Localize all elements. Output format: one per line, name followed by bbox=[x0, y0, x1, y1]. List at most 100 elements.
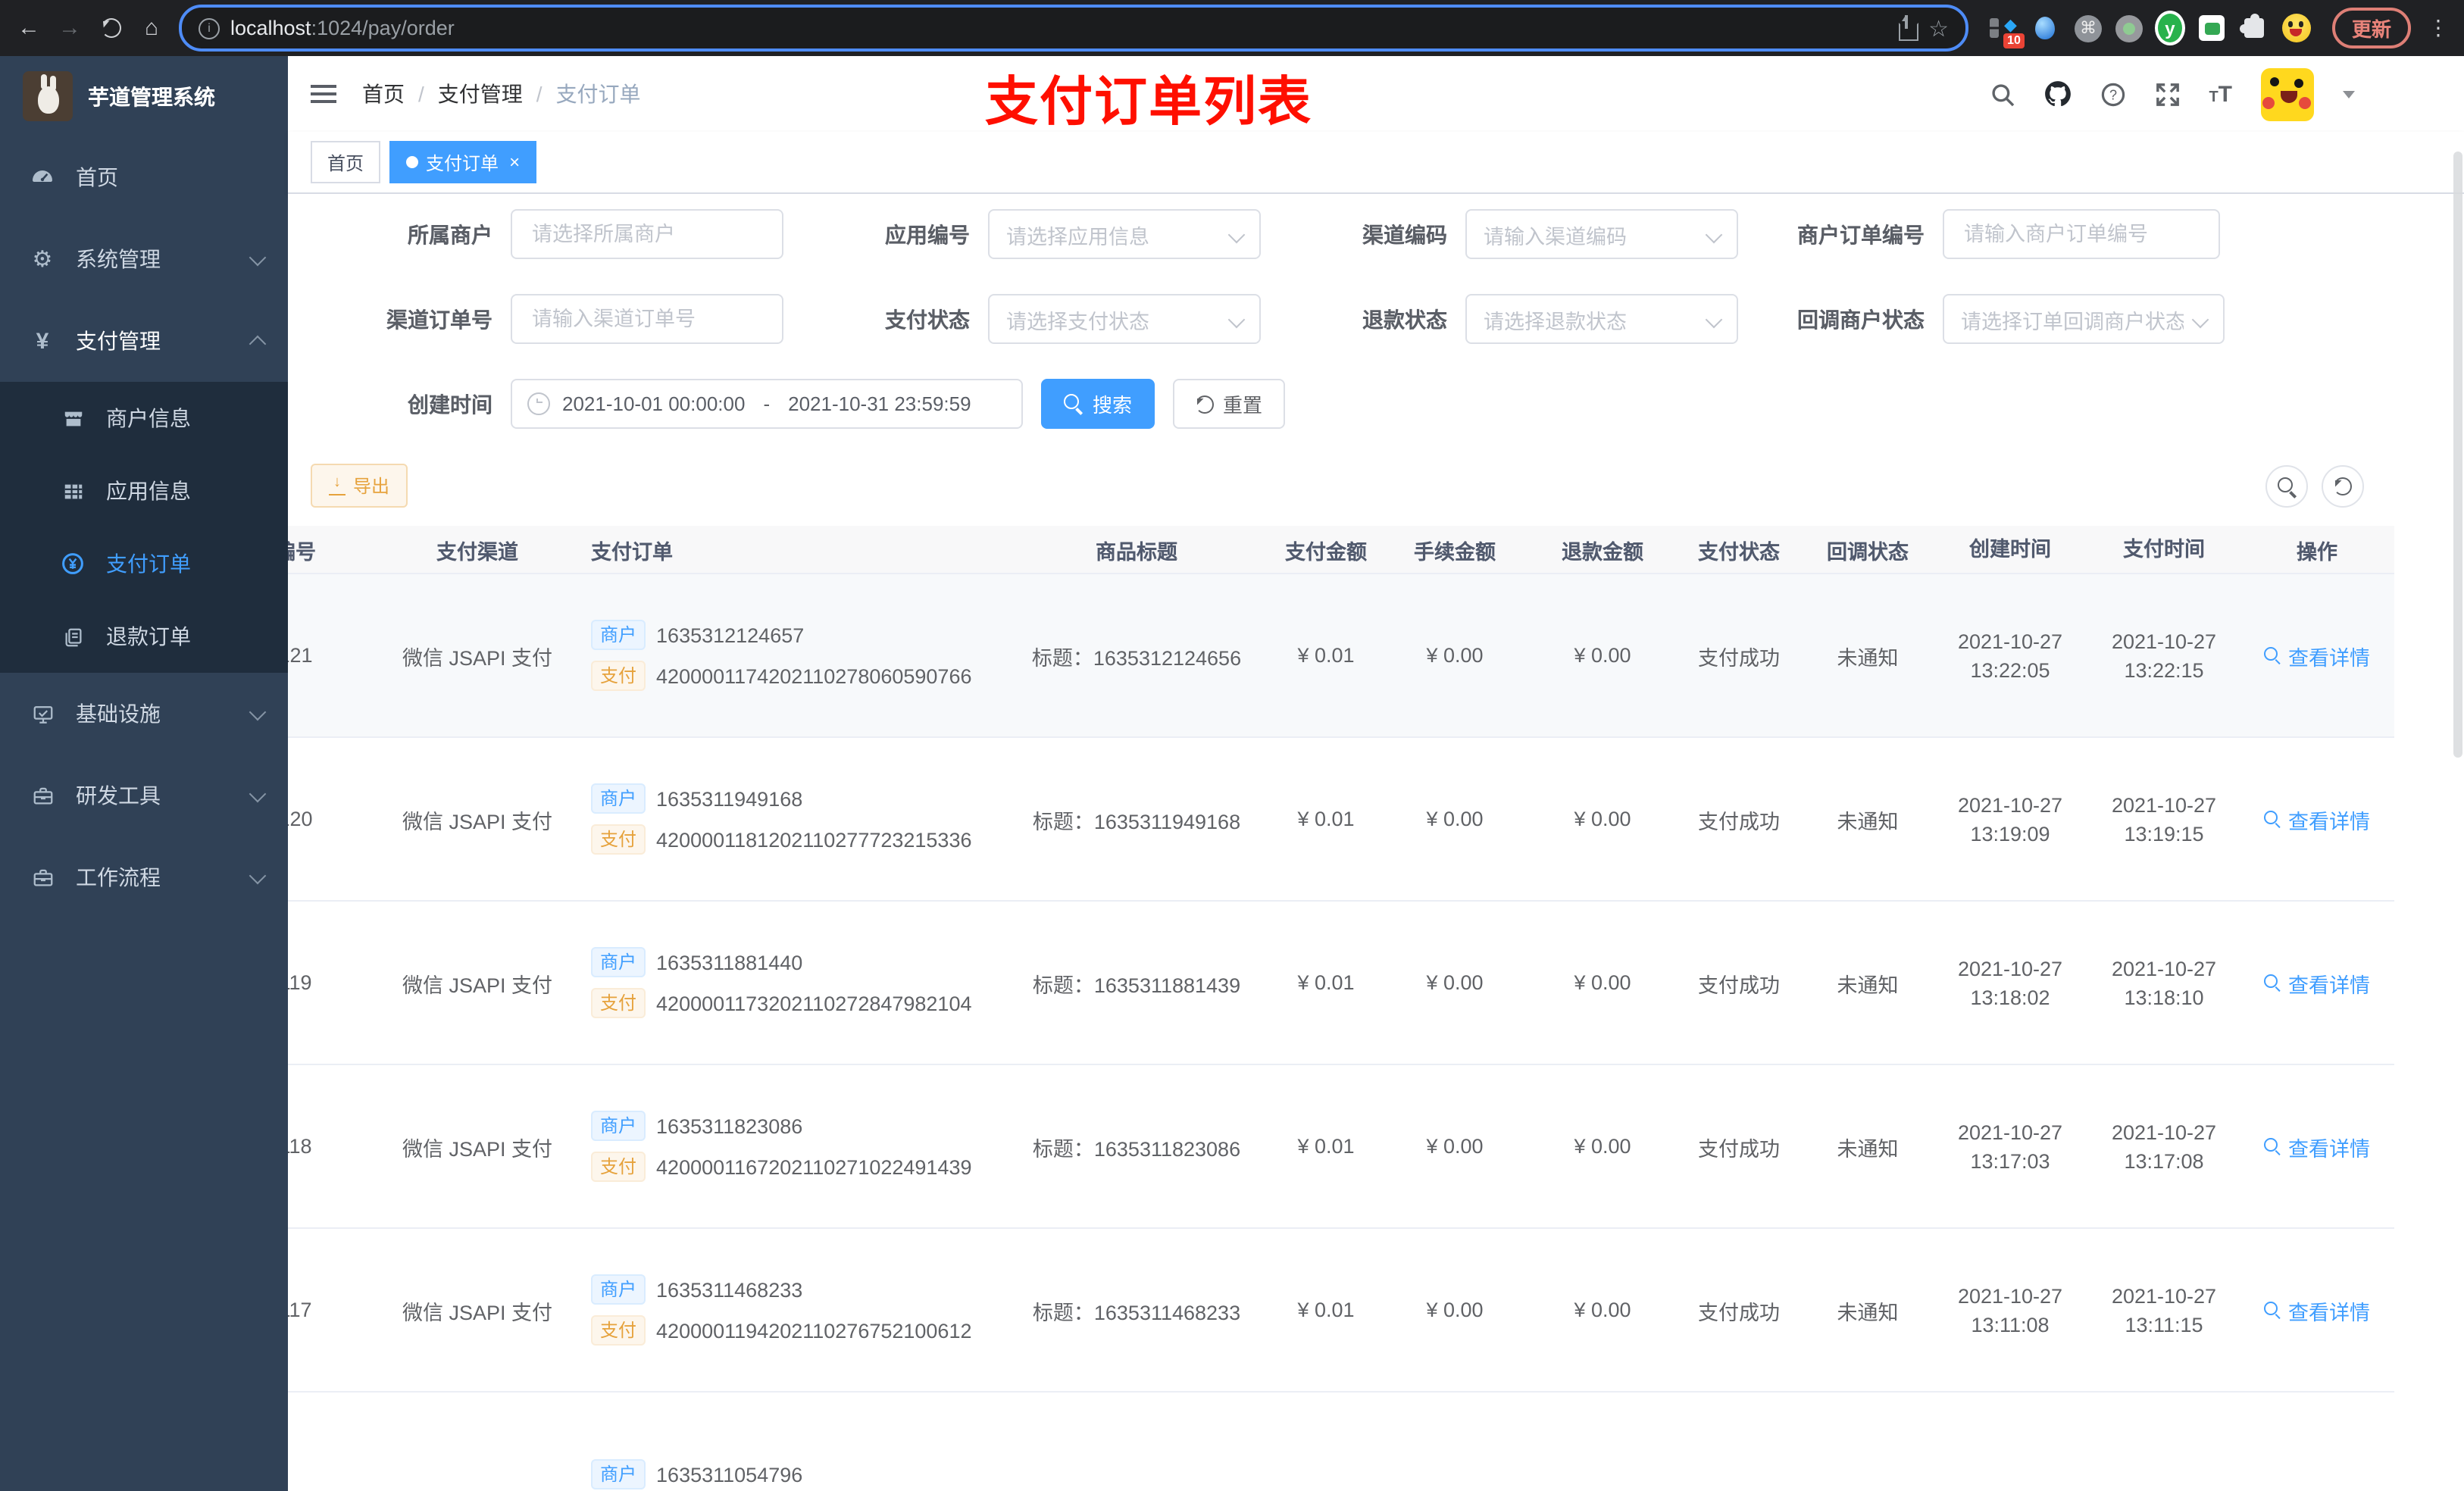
address-bar[interactable]: i localhost:1024/pay/order ☆ bbox=[179, 5, 1968, 52]
browser-update-button[interactable]: 更新 bbox=[2331, 8, 2411, 48]
view-detail-link[interactable]: 查看详情 bbox=[2264, 1131, 2370, 1161]
app-select[interactable]: 请选择应用信息 bbox=[988, 209, 1261, 259]
search-button[interactable]: 搜索 bbox=[1041, 379, 1155, 429]
home-icon[interactable]: ⌂ bbox=[138, 14, 165, 42]
cell-fee: ¥ 0.00 bbox=[1426, 971, 1484, 994]
table-row-partial: 商户 1635311054796 bbox=[288, 1393, 2394, 1491]
pay-status-select[interactable]: 请选择支付状态 bbox=[988, 294, 1261, 344]
merchant-order-no-input[interactable] bbox=[1943, 209, 2220, 259]
merchant-tag: 商户 bbox=[591, 947, 646, 977]
merchant-tag: 商户 bbox=[591, 783, 646, 814]
share-icon[interactable] bbox=[1898, 14, 1918, 40]
reset-button-label: 重置 bbox=[1223, 394, 1263, 417]
merchant-tag: 商户 bbox=[591, 1111, 646, 1141]
hide-search-button[interactable] bbox=[2265, 465, 2308, 508]
sidebar-item-workflow[interactable]: 工作流程 bbox=[0, 836, 288, 918]
sidebar-item-label: 首页 bbox=[76, 165, 118, 189]
breadcrumb-home[interactable]: 首页 bbox=[362, 79, 405, 109]
merchant-tag: 商户 bbox=[591, 1274, 646, 1305]
table-row: 119 微信 JSAPI 支付 商户 1635311881440 支付 4200… bbox=[288, 902, 2394, 1065]
channel-code-select[interactable]: 请输入渠道编码 bbox=[1465, 209, 1738, 259]
merchant-input-field[interactable] bbox=[529, 221, 765, 247]
sidebar-item-pay-order[interactable]: 支付订单 bbox=[0, 527, 288, 600]
browser-menu-icon[interactable]: ⋮ bbox=[2428, 15, 2449, 41]
range-end: 2021-10-31 23:59:59 bbox=[788, 392, 971, 415]
sidebar-item-label: 基础设施 bbox=[76, 702, 161, 726]
sidebar-item-home[interactable]: 首页 bbox=[0, 136, 288, 218]
clock-icon bbox=[527, 392, 550, 415]
window-scrollbar[interactable] bbox=[2453, 152, 2462, 758]
forward-icon[interactable]: → bbox=[56, 14, 83, 42]
col-header-refund: 退款金额 bbox=[1562, 540, 1643, 563]
view-detail-link[interactable]: 查看详情 bbox=[2264, 967, 2370, 998]
view-detail-link[interactable]: 查看详情 bbox=[2264, 1295, 2370, 1325]
tab-pay-order[interactable]: 支付订单 × bbox=[389, 141, 537, 183]
sidebar-item-refund-order[interactable]: 退款订单 bbox=[0, 600, 288, 673]
notify-status-select[interactable]: 请选择订单回调商户状态 bbox=[1943, 294, 2225, 344]
pay-time: 13:18:10 bbox=[2124, 986, 2204, 1008]
merchant-order-no-input-field[interactable] bbox=[1961, 221, 2202, 247]
sidebar-item-infra[interactable]: 基础设施 bbox=[0, 673, 288, 755]
pay-date: 2021-10-27 bbox=[2111, 793, 2217, 816]
help-icon[interactable]: ? bbox=[2100, 81, 2125, 107]
sidebar-toggle-icon[interactable] bbox=[311, 83, 336, 105]
logo[interactable]: 芋道管理系统 bbox=[0, 56, 288, 136]
extension-emoji-icon[interactable] bbox=[2281, 14, 2311, 42]
font-size-icon[interactable]: TT bbox=[2209, 83, 2232, 105]
extensions-puzzle-icon[interactable] bbox=[2240, 13, 2270, 43]
channel-order-no-input[interactable] bbox=[511, 294, 783, 344]
pay-time: 13:19:15 bbox=[2124, 822, 2204, 845]
channel-order-no-input-field[interactable] bbox=[529, 306, 765, 332]
merchant-order-no: 1635311949168 bbox=[656, 787, 803, 810]
view-detail-link[interactable]: 查看详情 bbox=[2264, 640, 2370, 670]
breadcrumb-pay[interactable]: 支付管理 bbox=[438, 79, 523, 109]
extension-grid-icon[interactable]: ◆ 10 bbox=[1988, 13, 2025, 48]
view-detail-label: 查看详情 bbox=[2288, 1137, 2370, 1160]
fullscreen-icon[interactable] bbox=[2154, 81, 2180, 107]
bookmark-star-icon[interactable]: ☆ bbox=[1928, 14, 1949, 42]
cell-create-time: 2021-10-27 13:11:08 bbox=[1932, 1281, 2088, 1339]
sidebar-item-label: 商户信息 bbox=[106, 406, 191, 430]
site-info-icon[interactable]: i bbox=[199, 17, 220, 39]
extension-command-icon[interactable]: ⌘ bbox=[2073, 13, 2103, 43]
sidebar-item-app-info[interactable]: 应用信息 bbox=[0, 455, 288, 527]
field-app: 应用编号 请选择应用信息 bbox=[788, 209, 1265, 259]
view-detail-label: 查看详情 bbox=[2288, 810, 2370, 833]
merchant-input[interactable] bbox=[511, 209, 783, 259]
cell-amount: ¥ 0.01 bbox=[1297, 1299, 1355, 1321]
merchant-order-no: 1635311468233 bbox=[656, 1278, 803, 1301]
chevron-down-icon bbox=[249, 866, 267, 884]
extension-balloon-icon[interactable] bbox=[2031, 13, 2061, 43]
pay-order-icon bbox=[61, 552, 85, 576]
field-merchant-order-no: 商户订单编号 bbox=[1743, 209, 2220, 259]
cell-refund: ¥ 0.00 bbox=[1574, 808, 1631, 830]
sidebar-item-merchant-info[interactable]: 商户信息 bbox=[0, 382, 288, 455]
github-icon[interactable] bbox=[2043, 80, 2071, 108]
search-icon[interactable] bbox=[1989, 81, 2015, 107]
create-time-range-picker[interactable]: 2021-10-01 00:00:00 - 2021-10-31 23:59:5… bbox=[511, 379, 1023, 429]
reset-button[interactable]: 重置 bbox=[1173, 379, 1286, 429]
sidebar-item-system[interactable]: ⚙ 系统管理 bbox=[0, 218, 288, 300]
extension-chat-icon[interactable] bbox=[2197, 13, 2228, 43]
extension-record-icon[interactable] bbox=[2115, 14, 2143, 42]
extension-yapi-icon[interactable]: y bbox=[2154, 11, 2185, 45]
export-button[interactable]: ↓ 导出 bbox=[311, 464, 408, 508]
sidebar-item-label: 应用信息 bbox=[106, 479, 191, 503]
view-detail-link[interactable]: 查看详情 bbox=[2264, 804, 2370, 834]
field-label: 支付状态 bbox=[885, 307, 970, 331]
close-icon[interactable]: × bbox=[509, 152, 520, 173]
refresh-table-button[interactable] bbox=[2322, 465, 2364, 508]
user-avatar[interactable] bbox=[2261, 67, 2314, 120]
back-icon[interactable]: ← bbox=[15, 14, 42, 42]
sidebar-item-dev-tools[interactable]: 研发工具 bbox=[0, 755, 288, 836]
cell-amount: ¥ 0.01 bbox=[1297, 1135, 1355, 1158]
refund-docs-icon bbox=[61, 624, 85, 649]
refund-status-select[interactable]: 请选择退款状态 bbox=[1465, 294, 1738, 344]
cell-notify-status: 未通知 bbox=[1837, 810, 1899, 833]
cell-action: 查看详情 bbox=[2240, 1131, 2394, 1161]
tab-home[interactable]: 首页 bbox=[311, 141, 381, 183]
avatar-caret-icon[interactable] bbox=[2343, 90, 2355, 98]
reload-icon[interactable] bbox=[97, 14, 124, 42]
sidebar-item-pay[interactable]: ¥ 支付管理 bbox=[0, 300, 288, 382]
magnifier-icon bbox=[2264, 1301, 2282, 1319]
